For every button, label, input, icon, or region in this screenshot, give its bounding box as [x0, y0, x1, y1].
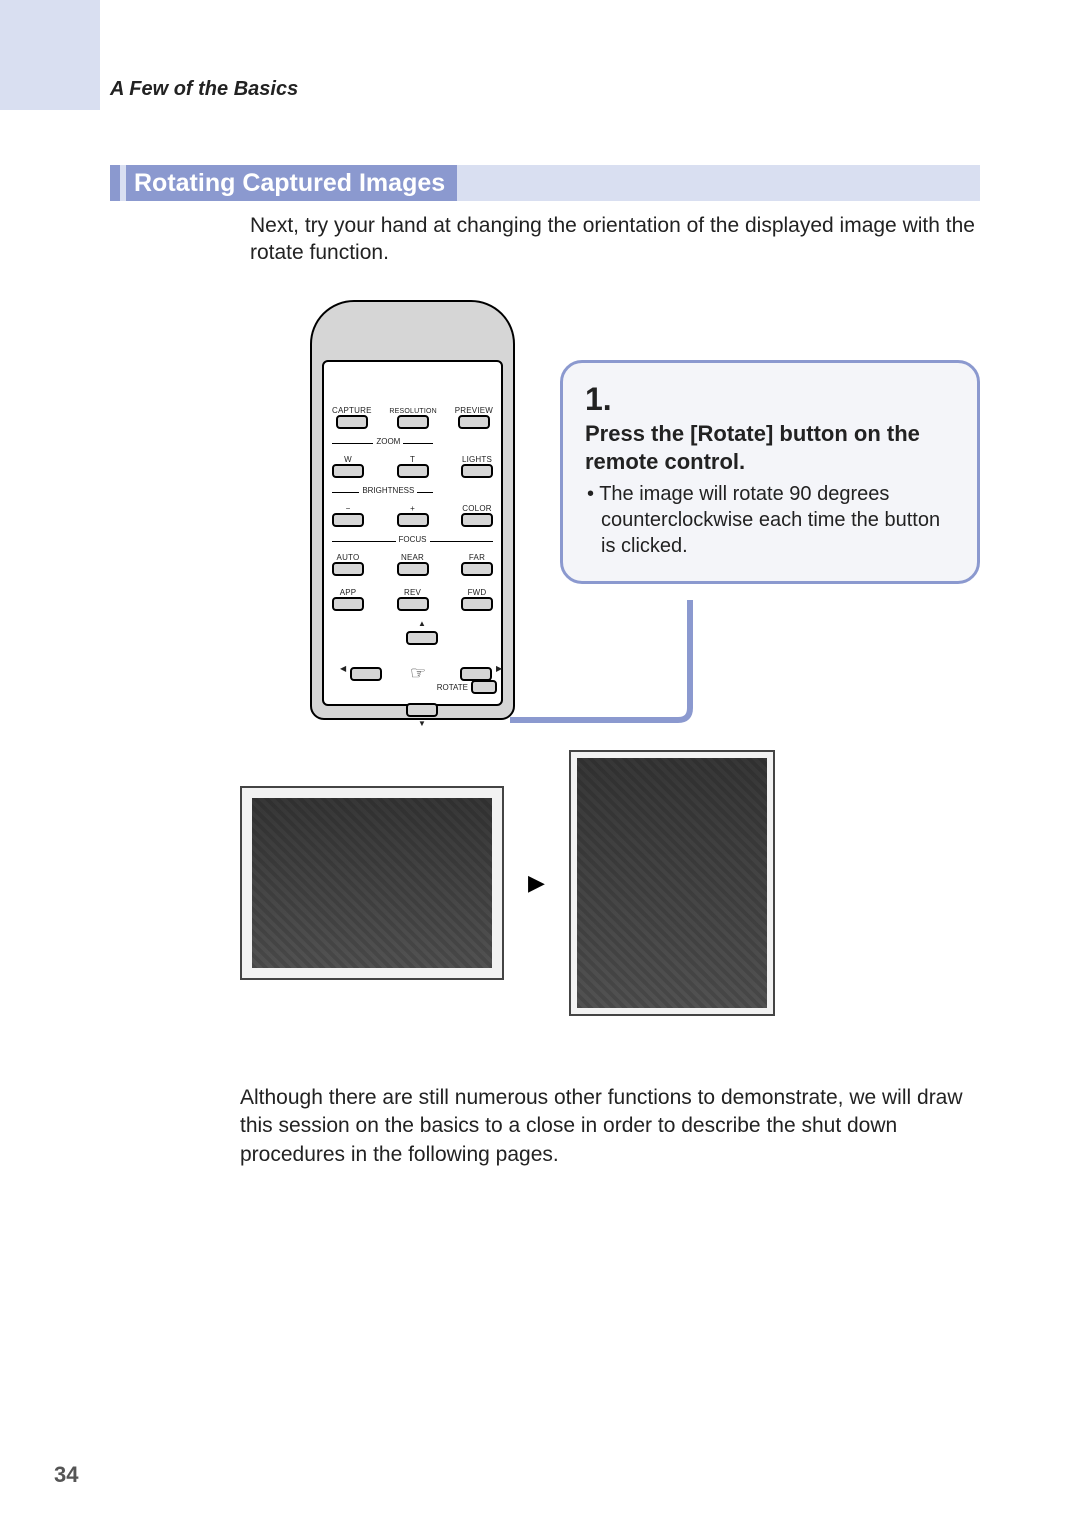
- app-button[interactable]: [332, 597, 364, 611]
- page-top-accent: [0, 0, 100, 110]
- intro-paragraph: Next, try your hand at changing the orie…: [250, 212, 980, 267]
- dpad-left-button[interactable]: [350, 667, 382, 681]
- rotate-button[interactable]: [471, 680, 497, 694]
- page-number: 34: [54, 1462, 78, 1488]
- horse-carriage-photo-landscape: [252, 798, 492, 968]
- horse-carriage-photo-rotated: [577, 758, 767, 1008]
- dpad: ▲ ◀ ☞ ▶ ▼: [332, 621, 493, 731]
- right-arrow-icon: ▶: [496, 664, 502, 673]
- zoom-w-label: W: [344, 455, 352, 464]
- transition-arrow-icon: ▶: [528, 870, 545, 896]
- step-number: 1.: [585, 381, 955, 418]
- section-heading-row: Rotating Captured Images: [110, 165, 980, 201]
- focus-auto-label: AUTO: [337, 553, 360, 562]
- zoom-wide-button[interactable]: [332, 464, 364, 478]
- dpad-right-button[interactable]: [460, 667, 492, 681]
- down-arrow-icon: ▼: [418, 719, 426, 728]
- brightness-plus-label: +: [410, 504, 415, 513]
- preview-button[interactable]: [458, 415, 490, 429]
- color-button[interactable]: [461, 513, 493, 527]
- focus-near-button[interactable]: [397, 562, 429, 576]
- closing-paragraph: Although there are still numerous other …: [240, 1084, 980, 1169]
- dpad-down-button[interactable]: [406, 703, 438, 717]
- focus-auto-button[interactable]: [332, 562, 364, 576]
- zoom-t-label: T: [410, 455, 415, 464]
- focus-far-label: FAR: [469, 553, 485, 562]
- rev-button[interactable]: [397, 597, 429, 611]
- focus-group-label: FOCUS: [396, 535, 430, 544]
- zoom-tele-button[interactable]: [397, 464, 429, 478]
- step-callout: 1. Press the [Rotate] button on the remo…: [560, 360, 980, 584]
- hand-icon: ☞: [410, 663, 426, 684]
- resolution-button[interactable]: [397, 415, 429, 429]
- brightness-up-button[interactable]: [397, 513, 429, 527]
- focus-near-label: NEAR: [401, 553, 424, 562]
- up-arrow-icon: ▲: [418, 619, 426, 628]
- step-body: • The image will rotate 90 degrees count…: [585, 481, 955, 559]
- rotation-example-row: ▶: [240, 750, 775, 1016]
- section-title: Rotating Captured Images: [126, 165, 457, 201]
- focus-far-button[interactable]: [461, 562, 493, 576]
- callout-connector-line: [510, 600, 710, 730]
- brightness-group-label: BRIGHTNESS: [359, 486, 417, 495]
- lights-button[interactable]: [461, 464, 493, 478]
- zoom-group-label: ZOOM: [373, 437, 403, 446]
- left-arrow-icon: ◀: [340, 664, 346, 673]
- lights-label: LIGHTS: [462, 455, 492, 464]
- app-label: APP: [340, 588, 357, 597]
- remote-control-illustration: Canon CAPTURE RESOLUTION PREVIEW ZOOM W …: [310, 300, 515, 720]
- color-label: COLOR: [462, 504, 491, 513]
- step-title: Press the [Rotate] button on the remote …: [585, 420, 955, 475]
- rev-label: REV: [404, 588, 421, 597]
- example-image-before: [240, 786, 504, 980]
- brightness-minus-label: −: [346, 504, 351, 513]
- fwd-label: FWD: [468, 588, 487, 597]
- section-accent-bar: [110, 165, 120, 201]
- rotate-label: ROTATE: [437, 683, 468, 692]
- example-image-after: [569, 750, 775, 1016]
- resolution-label: RESOLUTION: [389, 408, 437, 415]
- chapter-label: A Few of the Basics: [110, 78, 298, 101]
- brightness-down-button[interactable]: [332, 513, 364, 527]
- capture-label: CAPTURE: [332, 406, 372, 415]
- fwd-button[interactable]: [461, 597, 493, 611]
- preview-label: PREVIEW: [455, 406, 493, 415]
- capture-button[interactable]: [336, 415, 368, 429]
- dpad-up-button[interactable]: [406, 631, 438, 645]
